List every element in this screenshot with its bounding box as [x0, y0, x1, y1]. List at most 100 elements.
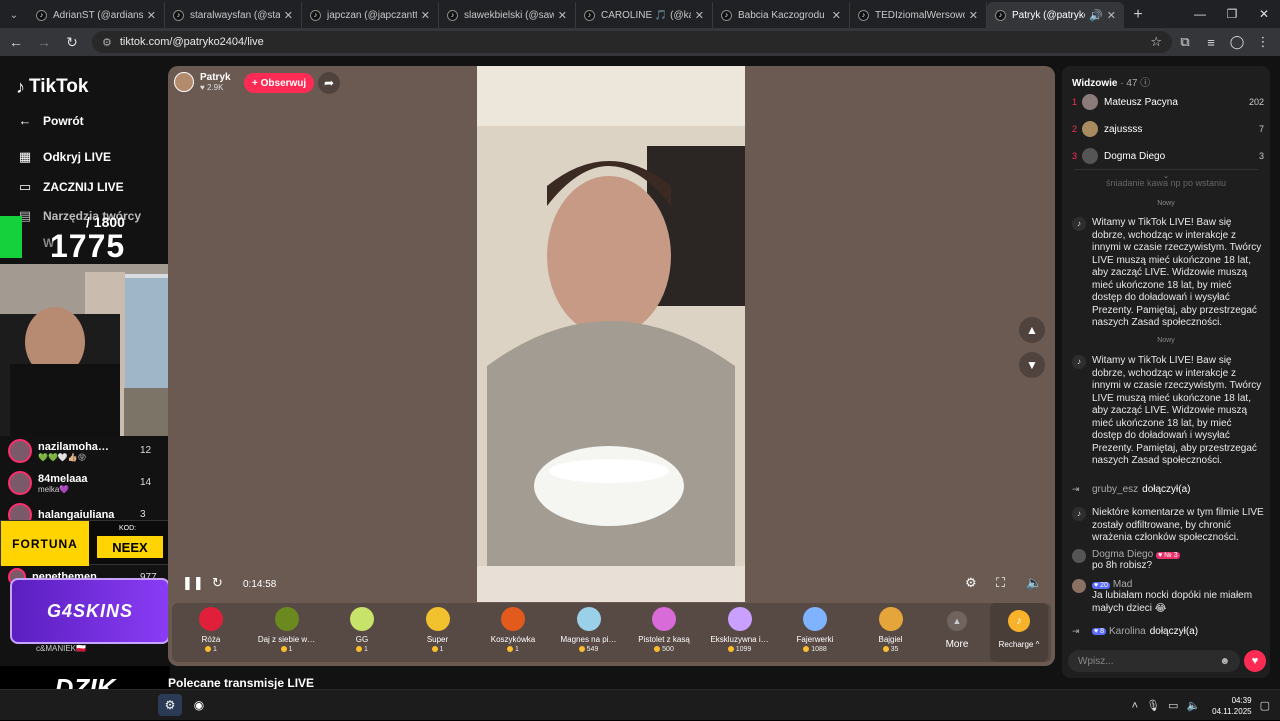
menu-kebab-icon[interactable]: ⋮ — [1250, 34, 1276, 50]
back-icon[interactable]: ← — [4, 30, 28, 54]
info-icon[interactable]: ⓘ — [1140, 78, 1150, 89]
emoji-icon[interactable]: ☻ — [1219, 656, 1230, 667]
notifications-icon[interactable]: ▢ — [1260, 699, 1270, 712]
browser-tab[interactable]: ♪ TEDIziomalWersowokidz… ✕ — [850, 2, 987, 28]
browser-tab[interactable]: ♪ Babcia Kaczogrodu (@ba… ✕ — [713, 2, 850, 28]
forward-icon[interactable]: → — [32, 30, 56, 54]
refresh-icon[interactable]: ↻ — [212, 575, 223, 591]
close-tab-icon[interactable]: ✕ — [832, 9, 841, 22]
following-live-item[interactable]: 84melaaa melka💜 14 — [8, 471, 151, 495]
browser-tab[interactable]: ♪ slawekbielski (@sawomirb… ✕ — [439, 2, 576, 28]
recharge-button[interactable]: ♪ Recharge ^ — [990, 603, 1048, 662]
close-tab-icon[interactable]: ✕ — [421, 9, 430, 22]
join-username[interactable]: gruby_esz — [1092, 484, 1138, 495]
gift-item[interactable]: GG 1 — [325, 607, 399, 653]
go-live-link[interactable]: ▭ ZACZNIJ LIVE — [16, 179, 124, 195]
following-live-item[interactable]: c&MANIEK🇵🇱 — [36, 644, 86, 653]
gift-item[interactable]: Bajgiel 35 — [854, 607, 928, 653]
media-control-icon[interactable]: ≡ — [1198, 35, 1224, 50]
chat-input[interactable]: Wpisz... ☻ — [1068, 650, 1240, 672]
avatar — [8, 439, 32, 463]
minimize-icon[interactable]: — — [1184, 0, 1216, 28]
follow-button[interactable]: + Obserwuj — [244, 73, 315, 93]
browser-tab-active[interactable]: ♪ Patryk (@patryko2404) 🔊 ✕ — [987, 2, 1124, 28]
profile-icon[interactable]: ◯ — [1224, 34, 1250, 50]
network-icon[interactable]: ▭ — [1168, 699, 1178, 712]
previous-live-chevron-up-icon[interactable]: ▲ — [1019, 317, 1045, 343]
next-live-chevron-down-icon[interactable]: ▼ — [1019, 352, 1045, 378]
gift-price-value: 1088 — [811, 646, 827, 653]
tray-chevron-up-icon[interactable]: ˄ — [1132, 700, 1138, 712]
avatar — [1082, 148, 1098, 164]
close-tab-icon[interactable]: ✕ — [695, 9, 704, 22]
gift-icon — [803, 607, 827, 631]
gift-item[interactable]: Pistolet z kasą 500 — [627, 607, 701, 653]
tab-title: japczan (@japczanttv) pr… — [327, 9, 417, 21]
close-tab-icon[interactable]: ✕ — [147, 9, 156, 22]
close-tab-icon[interactable]: ✕ — [284, 9, 293, 22]
live-player[interactable]: Patryk ♥ 2.9K + Obserwuj ➦ ▲ ▼ ❚❚ ↻ 0:14… — [168, 66, 1055, 666]
top-viewer-row[interactable]: 1 Mateusz Pacyna 202 — [1072, 92, 1264, 112]
gift-item[interactable]: Fajerwerki 1088 — [778, 607, 852, 653]
like-heart-button[interactable]: ♥ — [1244, 650, 1266, 672]
viewer-rank: 3 — [1072, 151, 1078, 161]
gift-item[interactable]: Daj z siebie w… 1 — [250, 607, 324, 653]
browser-tab[interactable]: ♪ staralwaysfan (@staralwa… ✕ — [165, 2, 302, 28]
clock[interactable]: 04:39 04.11.2025 — [1212, 695, 1251, 717]
viewer-name: Mateusz Pacyna — [1104, 96, 1178, 108]
pause-icon[interactable]: ❚❚ — [182, 575, 204, 591]
tiktok-live-page: ♪ TikTok ← Powrót ▦ Odkryj LIVE ▭ ZACZNI… — [0, 56, 1280, 710]
gift-item[interactable]: Róża 1 — [174, 607, 248, 653]
chat-text: po 8h robisz? — [1092, 560, 1153, 571]
chat-username[interactable]: Dogma Diego — [1092, 549, 1153, 560]
speaker-icon[interactable]: 🔊 — [1089, 9, 1103, 22]
browser-tab[interactable]: ♪ CAROLINE 🎵 (@karolina… ✕ — [576, 2, 713, 28]
tiktok-logo[interactable]: ♪ TikTok — [16, 76, 88, 98]
window-controls: — ❐ ✕ — [1184, 0, 1280, 28]
system-message: ♪ Niektóre komentarze w tym filmie LIVE … — [1072, 507, 1264, 545]
top-viewer-row[interactable]: 2 zajussss 7 — [1072, 119, 1264, 139]
address-bar[interactable]: ⚙ tiktok.com/@patryko2404/live ☆ — [92, 31, 1172, 53]
gift-item[interactable]: Koszykówka 1 — [476, 607, 550, 653]
bookmark-star-icon[interactable]: ☆ — [1150, 34, 1162, 50]
host-profile[interactable]: Patryk ♥ 2.9K — [174, 72, 231, 92]
extensions-icon[interactable]: ⧉ — [1172, 34, 1198, 50]
volume-icon[interactable]: 🔈 — [1186, 699, 1200, 712]
restore-icon[interactable]: ❐ — [1216, 0, 1248, 28]
fullscreen-icon[interactable]: ⛶ — [996, 575, 1005, 591]
chrome-app-icon[interactable]: ◉ — [187, 694, 211, 716]
gift-item[interactable]: Ekskluzywna i… 1099 — [703, 607, 777, 653]
top-viewer-row[interactable]: 3 Dogma Diego 3 — [1072, 146, 1264, 166]
steam-app-icon[interactable]: ⚙ — [158, 694, 182, 716]
more-gifts-button[interactable]: ▲ More — [932, 607, 982, 650]
tab-search-icon[interactable]: ⌄ — [0, 2, 28, 28]
close-tab-icon[interactable]: ✕ — [1107, 9, 1116, 22]
join-username[interactable]: Karolina — [1109, 626, 1146, 637]
volume-icon[interactable]: 🔈 — [1026, 575, 1042, 591]
gift-icon — [501, 607, 525, 631]
chat-username[interactable]: Mad — [1113, 579, 1132, 590]
gift-item[interactable]: Super 1 — [401, 607, 475, 653]
gift-name: Magnes na pi… — [560, 635, 617, 644]
close-window-icon[interactable]: ✕ — [1248, 0, 1280, 28]
gift-name: Koszykówka — [490, 635, 536, 644]
share-icon[interactable]: ➦ — [318, 72, 340, 94]
reload-icon[interactable]: ↻ — [60, 30, 84, 54]
gift-price: 1 — [401, 646, 475, 653]
tiktok-favicon-icon: ♪ — [584, 9, 595, 21]
close-tab-icon[interactable]: ✕ — [558, 9, 567, 22]
settings-icon[interactable]: ⚙ — [965, 575, 977, 591]
new-tab-button[interactable]: + — [1124, 2, 1152, 28]
site-info-icon[interactable]: ⚙ — [102, 36, 112, 49]
gift-price-value: 1 — [515, 646, 519, 653]
following-live-item[interactable]: nazilamoha… 💚💚🤍👍🏼😝 12 — [8, 439, 151, 463]
host-avatar — [174, 72, 194, 92]
browser-tab[interactable]: ♪ AdrianST (@ardianstx) pr… ✕ — [28, 2, 165, 28]
back-link[interactable]: ← Powrót — [16, 113, 84, 128]
microphone-icon[interactable]: 🎙 — [1146, 699, 1160, 712]
discover-live-link[interactable]: ▦ Odkryj LIVE — [16, 149, 111, 165]
live-video[interactable] — [477, 66, 745, 602]
close-tab-icon[interactable]: ✕ — [969, 9, 978, 22]
browser-tab[interactable]: ♪ japczan (@japczanttv) pr… ✕ — [302, 2, 439, 28]
gift-item[interactable]: Magnes na pi… 549 — [552, 607, 626, 653]
